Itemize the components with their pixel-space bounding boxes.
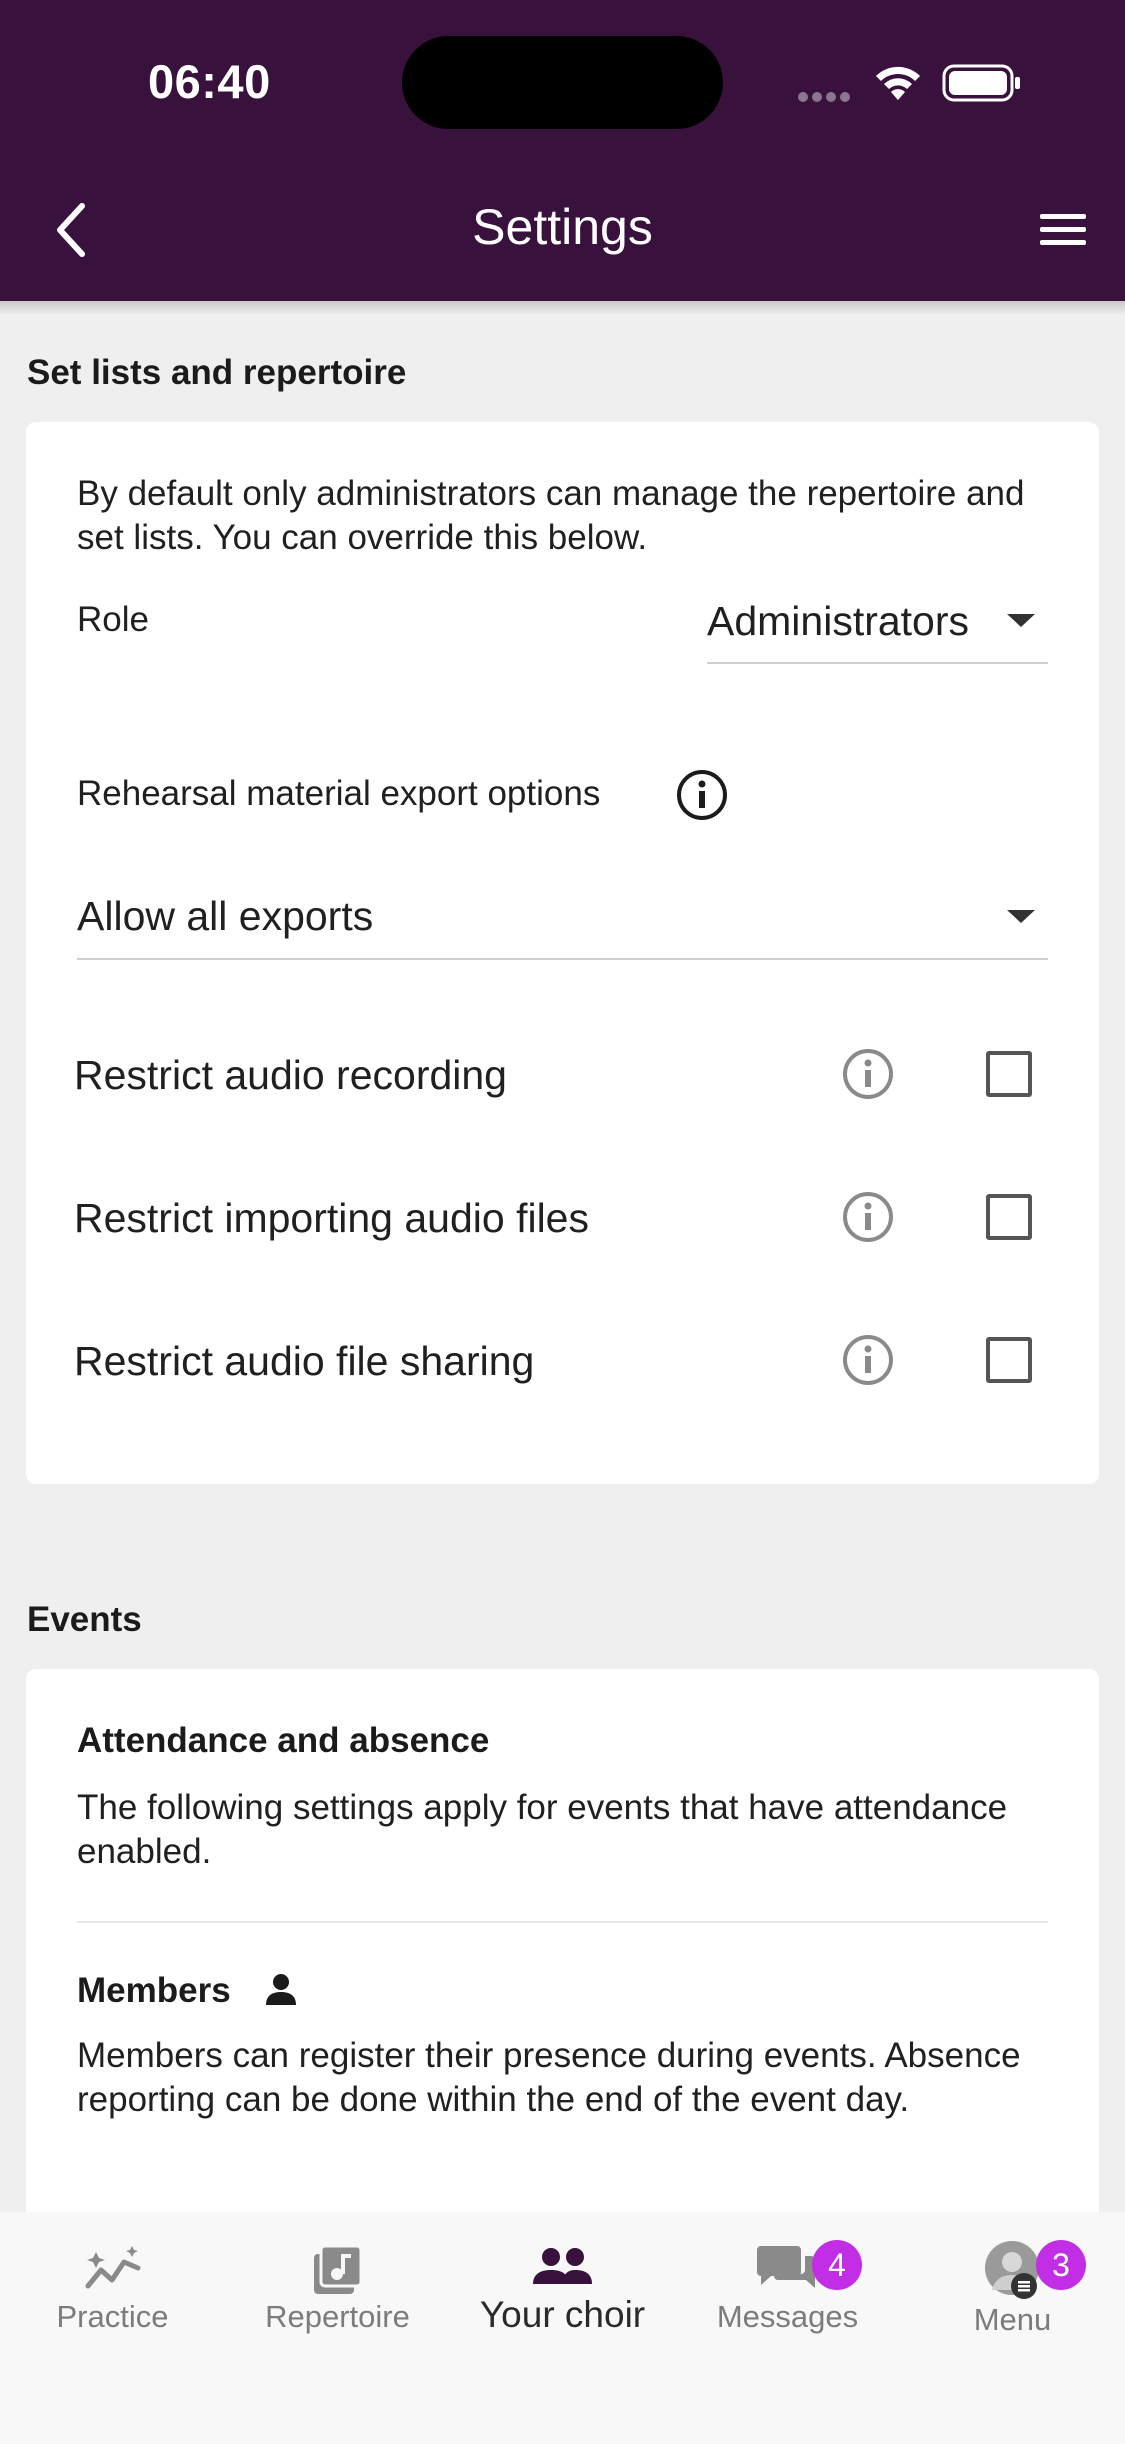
restrict-importing-label: Restrict importing audio files — [74, 1195, 589, 1241]
nav-practice[interactable]: Practice — [0, 2212, 225, 2444]
export-options-label: Rehearsal material export options — [77, 774, 601, 813]
page-title: Settings — [472, 199, 653, 255]
info-icon[interactable] — [841, 1190, 895, 1244]
nav-repertoire[interactable]: Repertoire — [225, 2212, 450, 2444]
divider — [77, 1921, 1048, 1923]
export-select-value: Allow all exports — [77, 893, 374, 939]
setlists-card: By default only administrators can manag… — [26, 422, 1099, 1484]
dropdown-caret-icon — [1007, 910, 1035, 923]
nav-your-choir[interactable]: Your choir — [450, 2212, 675, 2444]
members-title: Members — [77, 1971, 231, 2010]
restrict-importing-checkbox[interactable] — [986, 1194, 1032, 1240]
dynamic-island — [402, 36, 723, 129]
members-description: Members can register their presence duri… — [77, 2036, 1021, 2119]
battery-icon — [942, 64, 1020, 102]
person-icon — [266, 1974, 296, 2005]
restrict-sharing-checkbox[interactable] — [986, 1337, 1032, 1383]
messages-badge: 4 — [812, 2240, 862, 2290]
dropdown-caret-icon — [1007, 614, 1035, 627]
chart-stars-icon — [85, 2246, 141, 2289]
restrict-sharing-label: Restrict audio file sharing — [74, 1338, 535, 1384]
cellular-signal-icon — [798, 89, 856, 102]
role-label: Role — [77, 600, 149, 639]
nav-menu[interactable]: 3 Menu — [900, 2212, 1125, 2444]
avatar — [985, 2241, 1039, 2299]
info-icon[interactable] — [841, 1333, 895, 1387]
export-options-select[interactable]: Allow all exports — [77, 877, 1048, 960]
nav-label-your-choir: Your choir — [479, 2294, 646, 2335]
role-select[interactable]: Administrators — [707, 572, 1048, 664]
info-icon[interactable] — [675, 768, 729, 822]
wifi-icon — [876, 66, 920, 100]
section-title-events: Events — [27, 1600, 142, 1639]
attendance-description: The following settings apply for events … — [77, 1788, 1008, 1871]
nav-messages[interactable]: 4 Messages — [675, 2212, 900, 2444]
restrict-recording-label: Restrict audio recording — [74, 1052, 507, 1098]
nav-label-practice: Practice — [56, 2299, 169, 2334]
header-shadow — [0, 301, 1125, 315]
people-icon — [533, 2248, 592, 2284]
app-header: 06:40 Settings — [0, 0, 1125, 301]
section-title-setlists: Set lists and repertoire — [27, 353, 407, 392]
events-card: Attendance and absence The following set… — [26, 1669, 1099, 2229]
hamburger-menu-button[interactable] — [1038, 210, 1088, 250]
role-select-value: Administrators — [707, 598, 970, 644]
menu-badge: 3 — [1036, 2240, 1086, 2290]
bottom-navigation: Practice Repertoire Your choir 4 Message… — [0, 2212, 1125, 2444]
music-note-icon — [314, 2244, 363, 2294]
chat-bubbles-icon — [757, 2246, 815, 2288]
restrict-recording-checkbox[interactable] — [986, 1051, 1032, 1097]
nav-label-messages: Messages — [716, 2299, 859, 2334]
nav-label-repertoire: Repertoire — [265, 2299, 410, 2334]
attendance-title: Attendance and absence — [77, 1721, 490, 1760]
setlists-description: By default only administrators can manag… — [77, 474, 1025, 557]
info-icon[interactable] — [841, 1047, 895, 1101]
nav-label-menu: Menu — [973, 2302, 1052, 2337]
status-time: 06:40 — [148, 55, 271, 108]
